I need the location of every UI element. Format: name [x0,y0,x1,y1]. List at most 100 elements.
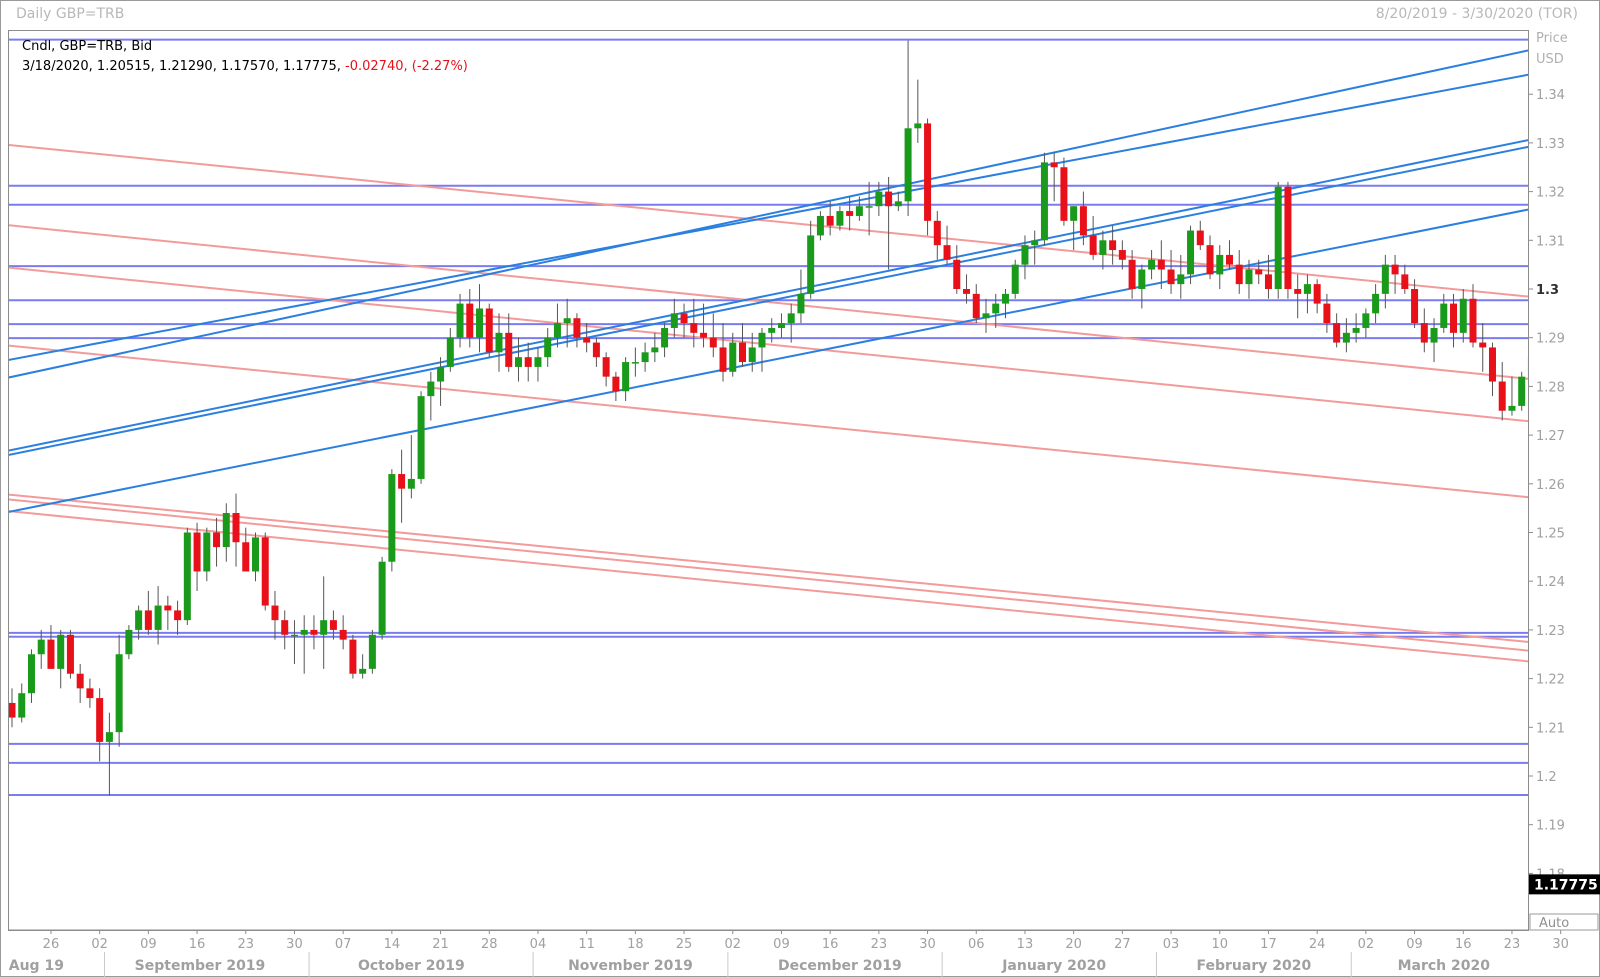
candle-body[interactable] [933,220,941,246]
candle-body[interactable] [807,235,815,294]
candle-body[interactable] [18,693,26,718]
candle-body[interactable] [641,352,649,363]
candle-body[interactable] [1001,293,1009,304]
candle-body[interactable] [300,629,308,635]
candle-body[interactable] [368,634,376,669]
candle-body[interactable] [563,318,571,324]
candle-body[interactable] [612,376,620,392]
candle-body[interactable] [203,532,211,572]
candle-body[interactable] [943,245,951,260]
candle-body[interactable] [1109,240,1117,251]
candle-body[interactable] [1089,235,1097,255]
candle-body[interactable] [359,668,367,674]
candle-body[interactable] [1518,376,1526,406]
candle-body[interactable] [622,362,630,392]
candle-body[interactable] [1167,269,1175,285]
candle-body[interactable] [174,610,182,621]
candle-body[interactable] [495,332,503,353]
candle-body[interactable] [1333,323,1341,343]
candle-body[interactable] [96,698,104,742]
candle-body[interactable] [115,654,123,733]
candle-body[interactable] [592,342,600,358]
candle-body[interactable] [1021,245,1029,265]
candle-body[interactable] [826,215,834,226]
candle-body[interactable] [476,308,484,338]
candle-body[interactable] [1226,254,1233,265]
candle-body[interactable] [514,357,522,367]
candle-body[interactable] [1323,303,1331,324]
candle-body[interactable] [446,337,454,367]
candle-body[interactable] [1011,264,1019,294]
candle-body[interactable] [1420,323,1428,343]
candle-body[interactable] [57,634,65,669]
candle-body[interactable] [875,191,883,207]
candle-body[interactable] [1586,377,1593,494]
price-chart[interactable]: 1.34 1.33 1.32 1.31 1.3 1.29 1.28 1.27 1.26 1.25 1… [0,0,1600,977]
candle-body[interactable] [320,620,328,635]
candle-body[interactable] [76,673,84,689]
candle-body[interactable] [914,123,922,129]
candle-body[interactable] [553,323,561,338]
candle-body[interactable] [1459,298,1467,333]
candle-body[interactable] [855,206,863,216]
candle-body[interactable] [524,357,532,367]
candle-body[interactable] [1235,264,1243,285]
candle-body[interactable] [768,327,776,333]
candle-body[interactable] [1284,186,1292,289]
candle-body[interactable] [1430,327,1438,343]
candle-body[interactable] [963,289,971,294]
candle-body[interactable] [1372,293,1380,314]
candle-body[interactable] [105,732,113,742]
candle-body[interactable] [47,639,55,669]
candle-body[interactable] [690,323,698,333]
candle-body[interactable] [885,191,893,207]
candle-body[interactable] [846,211,854,216]
candle-body[interactable] [1567,226,1574,338]
candle-body[interactable] [777,323,785,328]
candle-body[interactable] [1391,264,1399,275]
candle-body[interactable] [290,634,298,637]
candle-body[interactable] [1138,269,1146,289]
candle-body[interactable] [1177,274,1185,285]
candle-body[interactable] [417,396,425,479]
candle-body[interactable] [1450,303,1458,333]
candle-body[interactable] [904,128,912,202]
candle-body[interactable] [1216,254,1224,275]
candle-body[interactable] [86,688,94,699]
candle-body[interactable] [865,206,873,208]
candle-body[interactable] [1118,250,1126,260]
candle-body[interactable] [1148,259,1156,270]
candle-body[interactable] [1294,289,1302,294]
candle-body[interactable] [505,332,513,367]
candle-body[interactable] [1099,240,1107,255]
candle-body[interactable] [953,259,961,289]
candle-body[interactable] [924,123,932,221]
candle-body[interactable] [398,474,406,489]
auto-scale-button[interactable]: Auto [1529,913,1599,931]
candle-body[interactable] [1157,259,1165,270]
candle-body[interactable] [378,561,386,635]
candle-body[interactable] [407,478,415,489]
candle-body[interactable] [748,347,756,363]
candle-body[interactable] [388,474,396,562]
candle-body[interactable] [1479,342,1487,348]
candle-body[interactable] [1381,264,1389,294]
candle-body[interactable] [252,537,259,572]
candle-body[interactable] [1128,259,1136,289]
candle-body[interactable] [1206,245,1214,275]
candle-body[interactable] [1079,206,1087,236]
candle-body[interactable] [992,303,1000,314]
candle-body[interactable] [154,605,162,630]
candle-body[interactable] [661,327,669,348]
candle-body[interactable] [1245,269,1253,285]
candle-body[interactable] [213,532,221,548]
candle-body[interactable] [972,293,980,319]
candle-body[interactable] [709,337,717,348]
candle-body[interactable] [787,313,795,324]
candle-body[interactable] [1342,332,1350,343]
candle-body[interactable] [485,308,493,353]
candle-body[interactable] [729,342,737,372]
candle-body[interactable] [758,332,766,348]
candle-body[interactable] [1401,274,1409,289]
candle-body[interactable] [271,605,279,621]
